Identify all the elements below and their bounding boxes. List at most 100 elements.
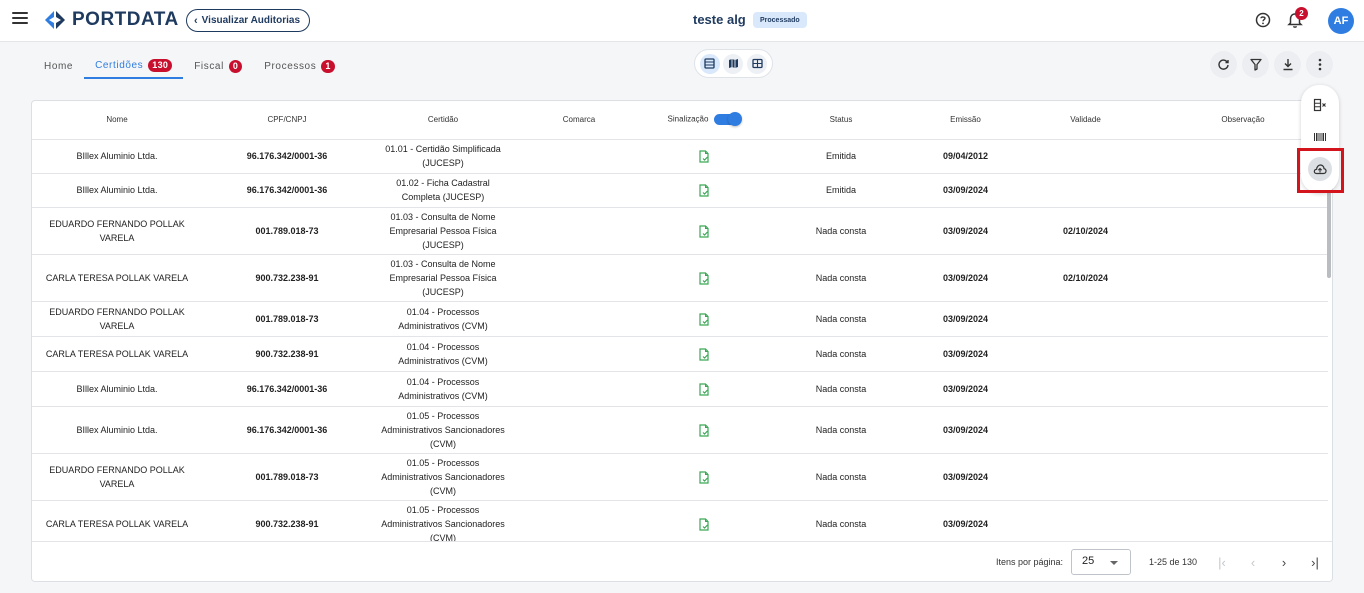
document-check-icon[interactable] — [698, 184, 710, 197]
refresh-button[interactable] — [1210, 51, 1237, 78]
cell-validade — [1013, 173, 1158, 208]
items-per-page-select[interactable]: 25 — [1071, 549, 1131, 575]
cell-cpf-cnpj: 900.732.238-91 — [202, 500, 372, 548]
grid-view-button[interactable] — [747, 53, 768, 74]
document-check-icon[interactable] — [698, 271, 710, 285]
cell-emissao: 03/09/2024 — [918, 371, 1013, 407]
previous-page-button[interactable]: ‹ — [1243, 552, 1263, 572]
table-row[interactable]: EDUARDO FERNANDO POLLAK VARELA 001.789.01… — [32, 453, 1328, 501]
document-check-icon[interactable] — [698, 382, 710, 396]
tab-processos[interactable]: Processos 1 — [253, 53, 345, 79]
filter-icon — [1249, 58, 1262, 71]
audit-title: teste alg — [693, 12, 746, 27]
map-view-button[interactable] — [723, 53, 744, 74]
cell-emissao: 03/09/2024 — [918, 173, 1013, 208]
tab-home[interactable]: Home — [33, 53, 84, 79]
cell-status: Nada consta — [764, 336, 918, 372]
cell-certidao: 01.05 - Processos Administrativos Sancio… — [372, 406, 514, 454]
more-vert-icon — [1318, 58, 1321, 71]
view-audits-button[interactable]: ‹ Visualizar Auditorias — [186, 9, 311, 32]
column-header-certidao[interactable]: Certidão — [372, 101, 514, 140]
top-bar: PORTDATA ‹ Visualizar Auditorias teste a… — [0, 0, 1364, 42]
cell-observacao — [1158, 254, 1328, 302]
portdata-logo-icon — [45, 11, 65, 29]
table-body: BIllex Aluminio Ltda. 96.176.342/0001-36 0… — [32, 139, 1328, 566]
document-check-icon[interactable] — [698, 470, 710, 484]
remove-column-button[interactable] — [1308, 93, 1332, 117]
download-icon — [1283, 59, 1292, 71]
table-row[interactable]: BIllex Aluminio Ltda. 96.176.342/0001-36 0… — [32, 406, 1328, 454]
certidoes-table: Nome CPF/CNPJ Certidão Comarca Sinalizaç… — [32, 101, 1328, 566]
cell-cpf-cnpj: 001.789.018-73 — [202, 301, 372, 337]
next-page-button[interactable]: › — [1274, 552, 1294, 572]
cell-emissao: 03/09/2024 — [918, 406, 1013, 454]
table-row[interactable]: BIllex Aluminio Ltda. 96.176.342/0001-36 0… — [32, 173, 1328, 208]
chevron-left-icon: ‹ — [1250, 554, 1256, 570]
cell-sinalizacao — [644, 139, 764, 174]
table-row[interactable]: CARLA TERESA POLLAK VARELA 900.732.238-91… — [32, 500, 1328, 548]
last-page-button[interactable]: ›| — [1305, 552, 1325, 572]
cell-nome: BIllex Aluminio Ltda. — [32, 173, 202, 208]
table-row[interactable]: EDUARDO FERNANDO POLLAK VARELA 001.789.01… — [32, 207, 1328, 255]
help-icon[interactable] — [1255, 12, 1271, 28]
hamburger-menu-icon[interactable] — [12, 12, 28, 26]
map-view-icon — [728, 59, 738, 68]
cell-status: Nada consta — [764, 254, 918, 302]
column-header-validade[interactable]: Validade — [1013, 101, 1158, 140]
document-check-icon[interactable] — [698, 347, 710, 361]
table-scrollbar[interactable] — [1327, 188, 1331, 278]
document-check-icon[interactable] — [698, 150, 710, 163]
list-view-button[interactable] — [699, 53, 720, 74]
cell-observacao — [1158, 371, 1328, 407]
cell-nome: CARLA TERESA POLLAK VARELA — [32, 336, 202, 372]
barcode-button[interactable] — [1308, 125, 1332, 149]
document-check-icon[interactable] — [698, 312, 710, 326]
document-check-icon[interactable] — [698, 517, 710, 531]
download-button[interactable] — [1274, 51, 1301, 78]
column-header-nome[interactable]: Nome — [32, 101, 202, 140]
cell-sinalizacao — [644, 173, 764, 208]
first-page-button[interactable]: |‹ — [1212, 552, 1232, 572]
tab-label: Fiscal — [194, 60, 224, 72]
cell-validade — [1013, 301, 1158, 337]
document-check-icon[interactable] — [698, 423, 710, 437]
sinalizacao-toggle[interactable] — [714, 112, 743, 127]
column-header-status[interactable]: Status — [764, 101, 918, 140]
tab-count-badge: 130 — [148, 58, 173, 72]
table-row[interactable]: BIllex Aluminio Ltda. 96.176.342/0001-36 0… — [32, 371, 1328, 407]
cell-emissao: 03/09/2024 — [918, 336, 1013, 372]
table-row[interactable]: BIllex Aluminio Ltda. 96.176.342/0001-36 0… — [32, 139, 1328, 174]
cell-status: Nada consta — [764, 500, 918, 548]
column-header-cpf-cnpj[interactable]: CPF/CNPJ — [202, 101, 372, 140]
chevron-left-icon: ‹ — [194, 14, 198, 27]
filter-button[interactable] — [1242, 51, 1269, 78]
table-row[interactable]: CARLA TERESA POLLAK VARELA 900.732.238-91… — [32, 254, 1328, 302]
logo-text: PORTDATA — [72, 9, 179, 30]
dropdown-caret-icon — [1110, 561, 1118, 565]
more-options-button[interactable] — [1306, 51, 1333, 78]
cell-emissao: 03/09/2024 — [918, 500, 1013, 548]
cell-sinalizacao — [644, 207, 764, 255]
cell-comarca — [514, 371, 644, 407]
user-avatar[interactable]: AF — [1328, 8, 1354, 34]
table-row[interactable]: CARLA TERESA POLLAK VARELA 900.732.238-91… — [32, 336, 1328, 372]
cell-sinalizacao — [644, 371, 764, 407]
portdata-logo[interactable]: PORTDATA — [44, 9, 179, 30]
list-view-icon — [704, 58, 715, 69]
cell-nome: BIllex Aluminio Ltda. — [32, 371, 202, 407]
status-badge: Processado — [753, 12, 807, 28]
tab-label: Processos — [264, 60, 317, 72]
column-header-comarca[interactable]: Comarca — [514, 101, 644, 140]
cell-nome: EDUARDO FERNANDO POLLAK VARELA — [32, 207, 202, 255]
column-header-emissao[interactable]: Emissão — [918, 101, 1013, 140]
cell-observacao — [1158, 406, 1328, 454]
cell-nome: EDUARDO FERNANDO POLLAK VARELA — [32, 453, 202, 501]
cell-certidao: 01.04 - Processos Administrativos (CVM) — [372, 371, 514, 407]
cell-status: Nada consta — [764, 371, 918, 407]
cell-certidao: 01.05 - Processos Administrativos Sancio… — [372, 500, 514, 548]
document-check-icon[interactable] — [698, 224, 710, 238]
cell-observacao — [1158, 207, 1328, 255]
tab-fiscal[interactable]: Fiscal 0 — [183, 53, 253, 79]
table-row[interactable]: EDUARDO FERNANDO POLLAK VARELA 001.789.01… — [32, 301, 1328, 337]
tab-certidoes[interactable]: Certidões 130 — [84, 53, 184, 79]
